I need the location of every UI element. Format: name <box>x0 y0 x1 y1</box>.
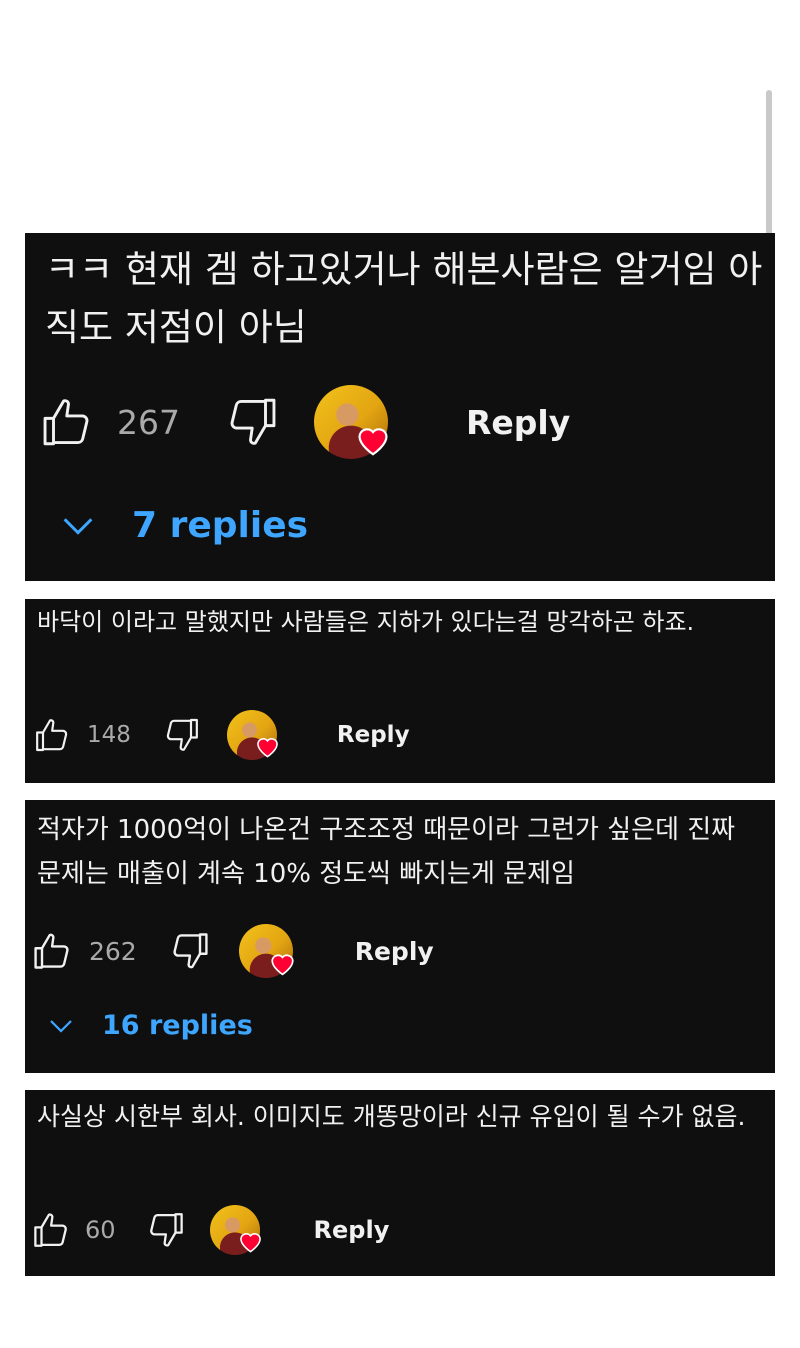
like-count: 148 <box>87 722 131 748</box>
comment-text: 바닥이 이라고 말했지만 사람들은 지하가 있다는걸 망각하곤 하죠. <box>37 608 695 636</box>
thumbs-up-icon[interactable] <box>39 393 97 451</box>
reply-button[interactable]: Reply <box>355 937 434 966</box>
comment-text: ㅋㅋ 현재 겜 하고있거나 해본사람은 알거임 아직도 저점이 아님 <box>45 248 763 349</box>
thumbs-up-icon[interactable] <box>31 1209 73 1251</box>
comment-actions: 148 Reply <box>33 710 410 760</box>
thumbs-down-icon[interactable] <box>167 929 211 973</box>
like-count: 60 <box>85 1216 116 1244</box>
heart-icon <box>254 733 281 764</box>
reply-button[interactable]: Reply <box>337 722 410 748</box>
thumbs-down-icon[interactable] <box>222 393 280 451</box>
reply-button[interactable]: Reply <box>314 1216 390 1244</box>
chevron-down-icon <box>58 506 98 546</box>
avatar <box>314 385 388 459</box>
thumbs-down-icon[interactable] <box>161 715 201 755</box>
comment-actions: 60 Reply <box>31 1205 389 1255</box>
comment-actions: 262 Reply <box>31 924 434 978</box>
chevron-down-icon <box>46 1011 76 1041</box>
heart-icon <box>354 421 392 463</box>
thumbs-up-icon[interactable] <box>31 929 75 973</box>
view-replies-button[interactable]: 16 replies <box>46 1010 253 1041</box>
avatar <box>238 924 294 978</box>
reply-button[interactable]: Reply <box>466 403 570 442</box>
like-count: 262 <box>89 936 137 966</box>
comment-text: 사실상 시한부 회사. 이미지도 개똥망이라 신규 유입이 될 수가 없음. <box>37 1102 746 1131</box>
replies-count-label: 7 replies <box>132 505 309 546</box>
avatar <box>209 1205 261 1255</box>
view-replies-button[interactable]: 7 replies <box>58 505 308 546</box>
replies-count-label: 16 replies <box>102 1010 253 1041</box>
thumbs-down-icon[interactable] <box>144 1209 186 1251</box>
heart-icon <box>268 949 297 982</box>
comment-text: 적자가 1000억이 나온건 구조조정 때문이라 그런가 싶은데 진짜 문제는 … <box>37 815 736 889</box>
heart-icon <box>237 1228 264 1259</box>
like-count: 267 <box>117 402 180 442</box>
comment-actions: 267 Reply <box>39 385 570 459</box>
avatar <box>226 710 278 760</box>
thumbs-up-icon[interactable] <box>33 715 73 755</box>
